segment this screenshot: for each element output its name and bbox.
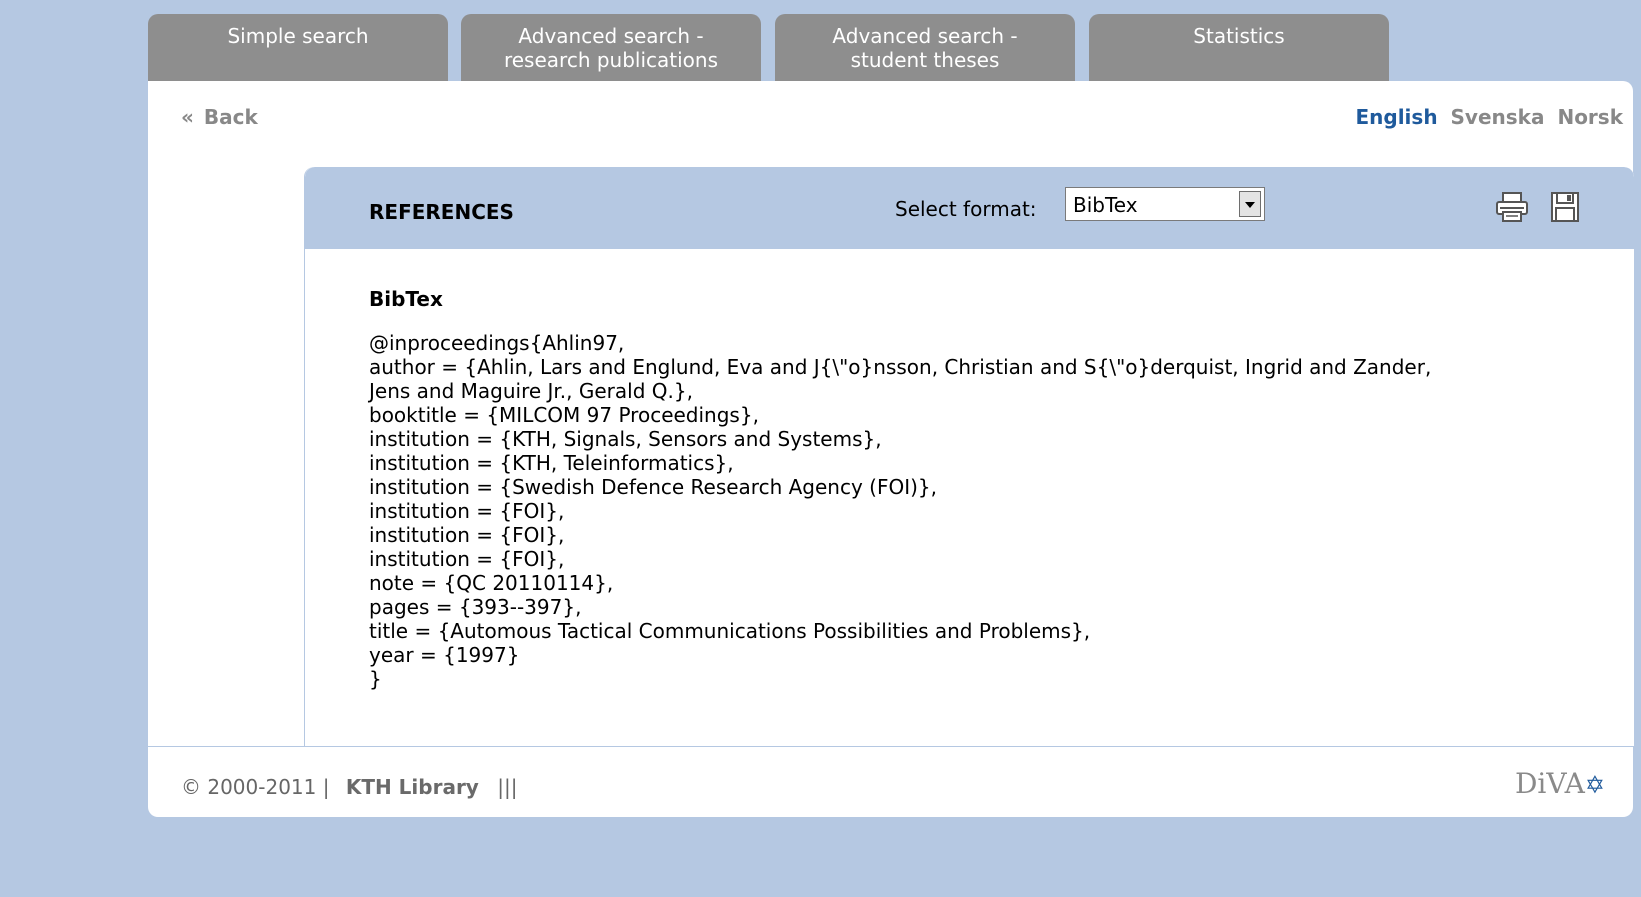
main-panel: « Back English Svenska Norsk REFERENCES S… xyxy=(148,81,1634,817)
language-norsk[interactable]: Norsk xyxy=(1557,105,1623,129)
back-chevron-icon: « xyxy=(181,105,194,129)
tab-simple-search[interactable]: Simple search xyxy=(148,14,448,81)
tab-label: Advanced search - xyxy=(832,24,1018,48)
format-heading: BibTex xyxy=(369,287,443,311)
kth-library-link[interactable]: KTH Library xyxy=(346,775,479,799)
save-icon xyxy=(1551,192,1579,222)
tab-label: Advanced search - xyxy=(518,24,704,48)
tab-label: Simple search xyxy=(227,24,369,48)
language-switcher: English Svenska Norsk xyxy=(1349,105,1623,129)
tab-label-line2: research publications xyxy=(503,48,719,72)
print-icon xyxy=(1496,192,1528,222)
tab-advanced-search-research[interactable]: Advanced search - research publications xyxy=(461,14,761,81)
back-label: Back xyxy=(203,105,258,129)
footer-divider xyxy=(148,746,1633,747)
references-content: BibTex @inproceedings{Ahlin97, author = … xyxy=(369,287,1594,691)
tab-label: Statistics xyxy=(1193,24,1285,48)
language-svenska[interactable]: Svenska xyxy=(1451,105,1545,129)
footer: © 2000-2011 | KTH Library ||| xyxy=(181,775,517,799)
save-button[interactable] xyxy=(1547,189,1583,225)
tab-label-line2: student theses xyxy=(850,48,1000,72)
print-button[interactable] xyxy=(1494,189,1530,225)
references-title: REFERENCES xyxy=(369,200,514,224)
footer-separator: ||| xyxy=(497,775,518,799)
tab-advanced-search-theses[interactable]: Advanced search - student theses xyxy=(775,14,1075,81)
format-select-value: BibTex xyxy=(1073,193,1138,217)
back-link[interactable]: « Back xyxy=(181,105,258,129)
star-icon: ✡ xyxy=(1584,771,1605,799)
bibtex-text: @inproceedings{Ahlin97, author = {Ahlin,… xyxy=(369,331,1432,691)
tab-statistics[interactable]: Statistics xyxy=(1089,14,1389,81)
chevron-down-icon xyxy=(1239,191,1261,217)
references-header: REFERENCES Select format: BibTex xyxy=(305,167,1634,249)
diva-logo-text: DiVA xyxy=(1514,767,1585,800)
language-english[interactable]: English xyxy=(1355,105,1437,129)
format-label: Select format: xyxy=(895,197,1037,221)
references-box: REFERENCES Select format: BibTex BibTex … xyxy=(304,167,1634,746)
format-select[interactable]: BibTex xyxy=(1065,187,1265,221)
copyright-text: © 2000-2011 | xyxy=(181,775,330,799)
diva-logo[interactable]: DiVA✡ xyxy=(1515,767,1605,800)
